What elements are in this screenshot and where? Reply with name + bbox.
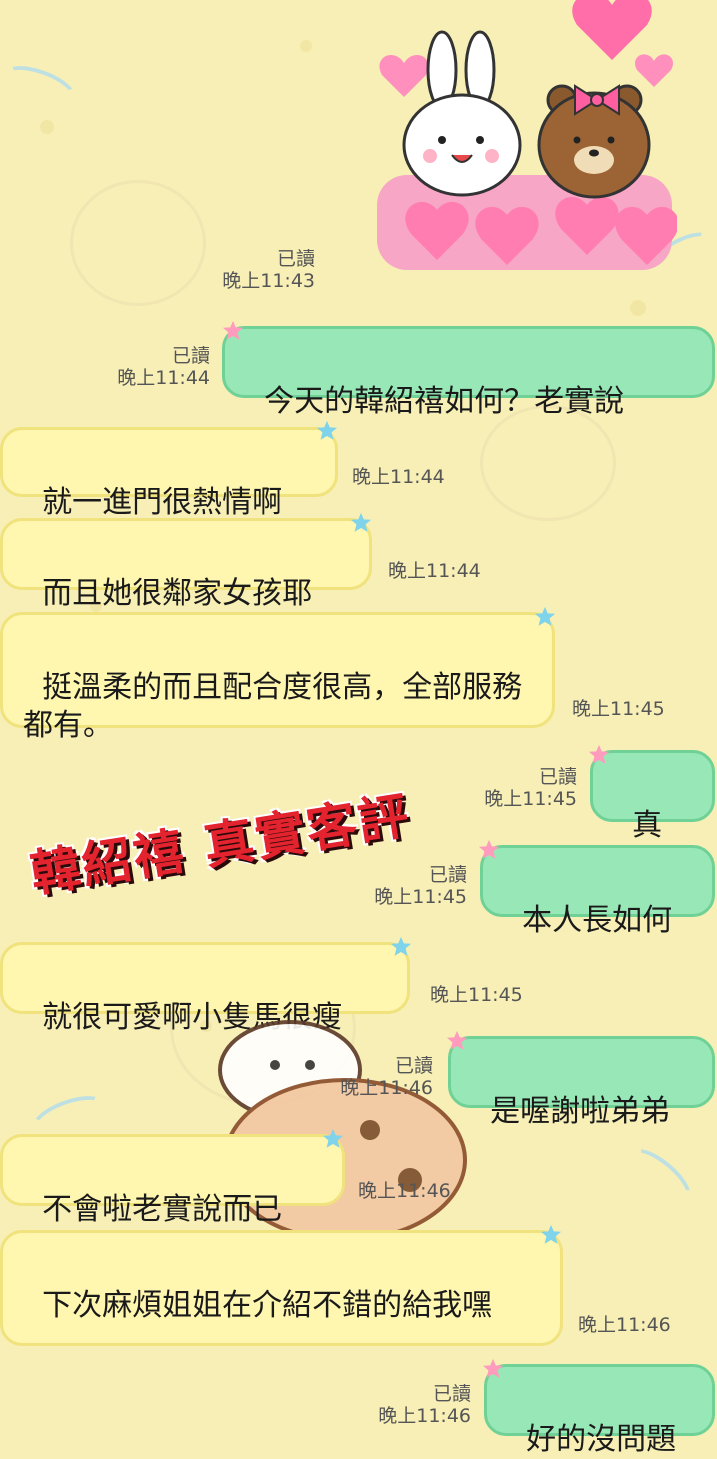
timestamp: 晚上11:44: [117, 367, 210, 389]
message-meta: 已讀 晚上11:46: [318, 1055, 433, 1099]
outgoing-message-bubble[interactable]: 是喔謝啦弟弟: [448, 1036, 715, 1129]
message-text: 是喔謝啦弟弟: [490, 1094, 671, 1129]
message-text: 好的沒問題: [526, 1422, 677, 1457]
star-icon: [390, 936, 412, 956]
message-meta: 已讀 晚上11:45: [462, 766, 577, 810]
outgoing-message-bubble[interactable]: 今天的韓紹禧如何？老實說: [222, 326, 715, 419]
message-text: 下次麻煩姐姐在介紹不錯的給我嘿: [42, 1288, 493, 1323]
read-receipt: 已讀: [394, 1055, 433, 1077]
incoming-message-bubble[interactable]: 就一進門很熱情啊: [0, 427, 338, 520]
timestamp: 晚上11:45: [430, 984, 523, 1006]
message-meta: 已讀 晚上11:45: [352, 864, 467, 908]
message-text: 今天的韓紹禧如何？老實說: [264, 384, 625, 419]
star-icon: [350, 512, 372, 532]
incoming-message-bubble[interactable]: 挺溫柔的而且配合度很高，全部服務都有。: [0, 612, 555, 743]
message-text: 本人長如何: [522, 903, 673, 938]
message-text: 不會啦老實說而已: [42, 1192, 283, 1227]
timestamp: 晚上11:46: [378, 1405, 471, 1427]
timestamp: 晚上11:44: [352, 466, 445, 488]
sticker-meta: 已讀 晚上11:43: [200, 248, 315, 292]
message-text: 而且她很鄰家女孩耶: [42, 576, 313, 611]
timestamp: 晚上11:45: [572, 698, 665, 720]
star-icon: [534, 606, 556, 626]
timestamp: 晚上11:45: [374, 886, 467, 908]
timestamp: 晚上11:46: [358, 1180, 451, 1202]
timestamp: 晚上11:46: [578, 1314, 671, 1336]
message-text: 挺溫柔的而且配合度很高，全部服務都有。: [23, 670, 523, 743]
star-icon: [222, 320, 244, 340]
timestamp: 晚上11:43: [222, 270, 315, 292]
star-icon: [588, 744, 610, 764]
star-icon: [478, 839, 500, 859]
outgoing-message-bubble[interactable]: 本人長如何: [480, 845, 715, 938]
message-text: 就一進門很熱情啊: [42, 485, 283, 520]
star-icon: [446, 1030, 468, 1050]
bunny-and-bear-hearts-sticker[interactable]: [372, 0, 679, 275]
read-receipt: 已讀: [428, 864, 467, 886]
incoming-message-bubble[interactable]: 而且她很鄰家女孩耶: [0, 518, 372, 611]
timestamp: 晚上11:46: [340, 1077, 433, 1099]
star-icon: [322, 1128, 344, 1148]
incoming-message-bubble[interactable]: 不會啦老實說而已: [0, 1134, 345, 1227]
incoming-message-bubble[interactable]: 下次麻煩姐姐在介紹不錯的給我嘿: [0, 1230, 563, 1346]
star-icon: [540, 1224, 562, 1244]
message-meta: 已讀 晚上11:46: [356, 1383, 471, 1427]
read-receipt: 已讀: [538, 766, 577, 788]
star-icon: [316, 420, 338, 440]
message-meta: 已讀 晚上11:44: [95, 345, 210, 389]
timestamp: 晚上11:44: [388, 560, 481, 582]
read-receipt: 已讀: [276, 248, 315, 270]
read-receipt: 已讀: [432, 1383, 471, 1405]
incoming-message-bubble[interactable]: 就很可愛啊小隻馬很瘦: [0, 942, 410, 1035]
outgoing-message-bubble[interactable]: 好的沒問題: [484, 1364, 715, 1457]
star-icon: [482, 1358, 504, 1378]
read-receipt: 已讀: [171, 345, 210, 367]
timestamp: 晚上11:45: [484, 788, 577, 810]
